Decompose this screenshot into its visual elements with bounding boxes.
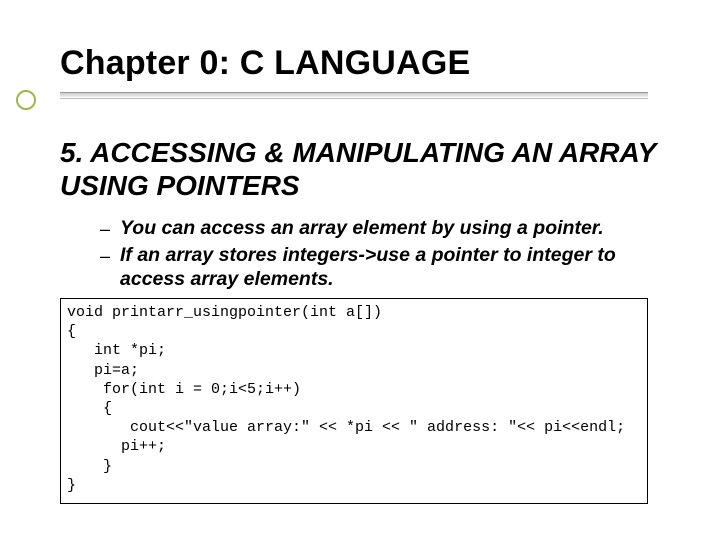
bullet-list: – You can access an array element by usi… <box>100 216 660 293</box>
list-item: – You can access an array element by usi… <box>100 216 660 241</box>
list-item: – If an array stores integers->use a poi… <box>100 243 660 292</box>
bullet-dash-icon: – <box>100 243 120 268</box>
bullet-text: You can access an array element by using… <box>120 216 604 240</box>
section-heading: 5. ACCESSING & MANIPULATING AN ARRAY USI… <box>60 136 660 202</box>
code-block: void printarr_usingpointer(int a[]) { in… <box>60 298 648 504</box>
bullet-dash-icon: – <box>100 216 120 241</box>
accent-dot-icon <box>16 90 36 110</box>
slide: Chapter 0: C LANGUAGE 5. ACCESSING & MAN… <box>0 0 720 540</box>
bullet-text: If an array stores integers->use a point… <box>120 243 660 292</box>
title-underline <box>60 92 648 97</box>
chapter-title: Chapter 0: C LANGUAGE <box>60 44 470 83</box>
